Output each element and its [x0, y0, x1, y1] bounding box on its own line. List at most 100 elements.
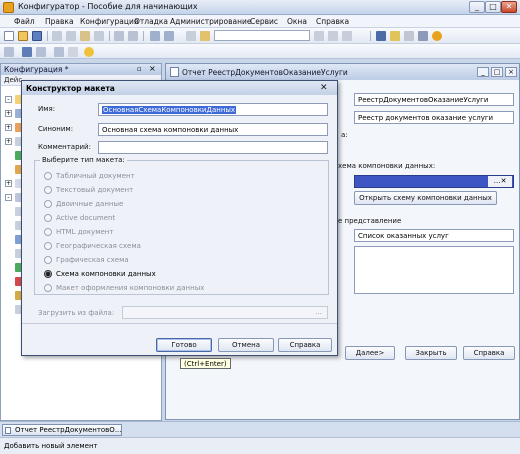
replace-icon[interactable]: [342, 31, 352, 41]
search-next-icon[interactable]: [314, 31, 324, 41]
expand-icon[interactable]: +: [5, 180, 12, 187]
extended-presentation-field[interactable]: Список оказанных услуг: [354, 229, 514, 242]
document-icon: [170, 67, 179, 77]
radio-dcs-schema[interactable]: [44, 270, 52, 278]
report-window-title: Отчет РеестрДокументовОказаниеУслуги: [182, 68, 348, 77]
ok-button[interactable]: Готово: [156, 338, 212, 352]
close-button[interactable]: ✕: [501, 1, 517, 13]
close-window-button[interactable]: Закрыть: [405, 346, 457, 360]
config-panel-title: Конфигурация *: [4, 65, 69, 74]
db-config-icon[interactable]: [22, 47, 32, 57]
radio-spreadsheet[interactable]: [44, 172, 52, 180]
help-button[interactable]: Справка: [463, 346, 515, 360]
radio-html-document[interactable]: [44, 228, 52, 236]
browse-icon[interactable]: …: [315, 308, 322, 316]
expand-icon[interactable]: +: [5, 138, 12, 145]
update-config-icon[interactable]: [36, 47, 46, 57]
expand-icon[interactable]: -: [5, 96, 12, 103]
menu-administration[interactable]: Администрирование: [170, 17, 252, 26]
calendar-icon[interactable]: [418, 31, 428, 41]
debug-icon[interactable]: [68, 47, 78, 57]
search-prev-icon[interactable]: [328, 31, 338, 41]
toolbar-separator: [143, 31, 144, 41]
maximize-button[interactable]: □: [485, 1, 501, 13]
toolbar-separator: [370, 31, 371, 41]
radio-geo-schema[interactable]: [44, 242, 52, 250]
schema-label: хема компоновки данных:: [338, 162, 436, 170]
window-tab[interactable]: Отчет РеестрДокументовО...: [2, 424, 122, 436]
menu-file[interactable]: Файл: [14, 17, 35, 26]
menu-help[interactable]: Справка: [316, 17, 349, 26]
expand-icon[interactable]: +: [5, 124, 12, 131]
expand-icon[interactable]: -: [5, 194, 12, 201]
close-icon[interactable]: ×: [149, 64, 156, 73]
comment-label: Комментарий:: [38, 143, 91, 151]
load-from-file-field[interactable]: [122, 306, 328, 319]
minimize-button[interactable]: _: [469, 1, 485, 13]
radio-label: Схема компоновки данных: [56, 270, 156, 278]
expand-icon[interactable]: +: [5, 110, 12, 117]
radio-text-document[interactable]: [44, 186, 52, 194]
search-icon[interactable]: [200, 31, 210, 41]
compare-icon[interactable]: [54, 47, 64, 57]
search-combo[interactable]: [214, 30, 310, 41]
undo-icon[interactable]: [150, 31, 160, 41]
help-icon[interactable]: [432, 31, 442, 41]
template-designer-dialog: Конструктор макета ✕ Имя: ОсновнаяСхемаК…: [21, 80, 338, 356]
status-text: Добавить новый элемент: [4, 442, 98, 450]
paste-icon[interactable]: [80, 31, 90, 41]
radio-binary-data[interactable]: [44, 200, 52, 208]
extended-presentation-label: е представление: [338, 217, 402, 225]
menu-bar: Файл Правка Конфигурация Отладка Админис…: [0, 15, 520, 28]
actions-menu[interactable]: Дейс: [4, 76, 22, 84]
dialog-help-button[interactable]: Справка: [278, 338, 332, 352]
radio-active-document[interactable]: [44, 214, 52, 222]
schema-select-buttons[interactable]: …✕: [488, 176, 512, 187]
radio-label: Текстовый документ: [56, 186, 134, 194]
menu-edit[interactable]: Правка: [45, 17, 74, 26]
tools-icon[interactable]: [376, 31, 386, 41]
menu-service[interactable]: Сервис: [250, 17, 278, 26]
report-name-field[interactable]: РеестрДокументовОказаниеУслуги: [354, 93, 514, 106]
cancel-button[interactable]: Отмена: [218, 338, 274, 352]
radio-label: Active document: [56, 214, 116, 222]
copy-icon[interactable]: [66, 31, 76, 41]
dialog-title: Конструктор макета: [26, 84, 115, 93]
preview-icon[interactable]: [128, 31, 138, 41]
menu-debug[interactable]: Отладка: [134, 17, 168, 26]
redo-icon[interactable]: [164, 31, 174, 41]
run-icon[interactable]: [84, 47, 94, 57]
name-field[interactable]: ОсновнаяСхемаКомпоновкиДанных: [98, 103, 328, 116]
close-button[interactable]: ×: [505, 67, 517, 77]
open-icon[interactable]: [18, 31, 28, 41]
menu-windows[interactable]: Окна: [287, 17, 307, 26]
minimize-button[interactable]: _: [477, 67, 489, 77]
radio-label: Табличный документ: [56, 172, 135, 180]
report-field-label: а:: [341, 131, 348, 139]
close-icon[interactable]: ✕: [320, 83, 328, 93]
secondary-toolbar: [0, 44, 520, 59]
report-synonym-field[interactable]: Реестр документов оказание услуги: [354, 111, 514, 124]
pin-icon[interactable]: ▫: [137, 65, 142, 73]
explanation-field[interactable]: [354, 246, 514, 294]
cut-icon[interactable]: [52, 31, 62, 41]
status-bar: Добавить новый элемент: [0, 437, 520, 454]
print-icon[interactable]: [114, 31, 124, 41]
menu-configuration[interactable]: Конфигурация: [80, 17, 138, 26]
save-icon[interactable]: [32, 31, 42, 41]
radio-graphic-schema[interactable]: [44, 256, 52, 264]
delete-icon[interactable]: [94, 31, 104, 41]
new-icon[interactable]: [4, 31, 14, 41]
calculator-icon[interactable]: [404, 31, 414, 41]
maximize-button[interactable]: □: [491, 67, 503, 77]
comment-field[interactable]: [98, 141, 328, 154]
open-config-icon[interactable]: [4, 47, 14, 57]
radio-label: Географическая схема: [56, 242, 141, 250]
synonym-field[interactable]: Основная схема компоновки данных: [98, 123, 328, 136]
next-button[interactable]: Далее>: [345, 346, 395, 360]
window-tabs-bar: Отчет РеестрДокументовО...: [0, 421, 520, 437]
find-in-list-icon[interactable]: [186, 31, 196, 41]
radio-dcs-appearance[interactable]: [44, 284, 52, 292]
highlight-icon[interactable]: [390, 31, 400, 41]
open-schema-button[interactable]: Открыть схему компоновки данных: [354, 191, 497, 205]
